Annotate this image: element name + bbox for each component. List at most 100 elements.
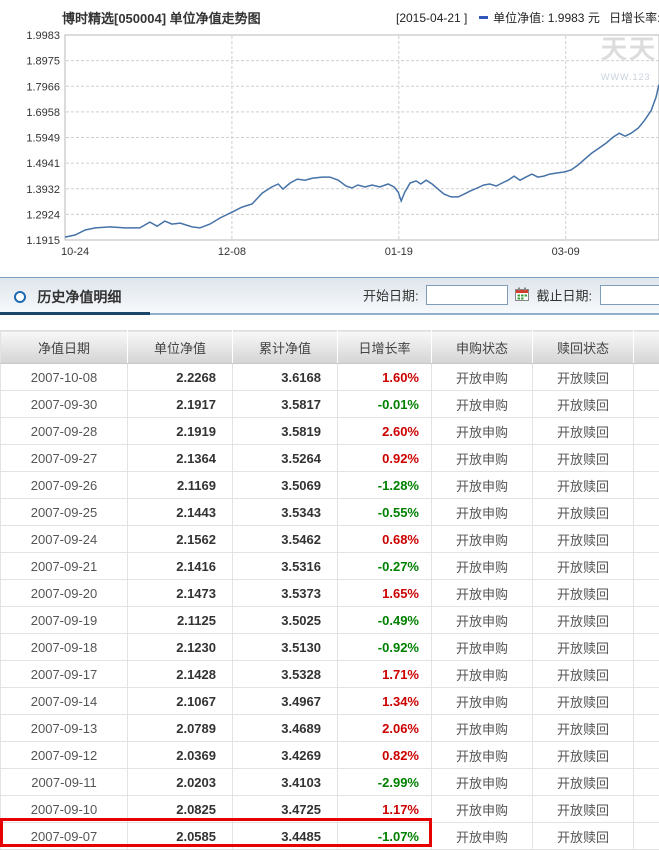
date-cell: 2007-09-27: [1, 445, 128, 472]
column-header: 净值日期: [1, 331, 128, 364]
x-axis-tick-label: 12-08: [218, 246, 246, 258]
extra-cell: [634, 364, 659, 391]
cum-nav-cell: 3.5462: [233, 526, 338, 553]
cum-nav-cell: 3.4103: [233, 769, 338, 796]
unit-nav-cell: 2.1917: [128, 391, 233, 418]
chart-legend: [2015-04-21 ] 单位净值: 1.9983 元 日增长率: 3.6: [396, 9, 659, 26]
y-axis-tick-label: 1.1915: [26, 235, 60, 247]
purchase-status-cell: 开放申购: [432, 445, 533, 472]
cum-nav-cell: 3.5817: [233, 391, 338, 418]
redeem-status-cell: 开放赎回: [533, 445, 634, 472]
table-row: 2007-09-242.15623.54620.68%开放申购开放赎回: [1, 526, 659, 553]
redeem-status-cell: 开放赎回: [533, 472, 634, 499]
table-row: 2007-10-082.22683.61681.60%开放申购开放赎回: [1, 364, 659, 391]
x-axis-tick-label: 01-19: [385, 246, 413, 258]
daily-growth-cell: 1.60%: [338, 364, 432, 391]
extra-cell: [634, 418, 659, 445]
column-header: [634, 331, 659, 364]
end-date-label: 截止日期:: [537, 289, 593, 304]
cum-nav-cell: 3.5373: [233, 580, 338, 607]
purchase-status-cell: 开放申购: [432, 634, 533, 661]
date-cell: 2007-09-20: [1, 580, 128, 607]
purchase-status-cell: 开放申购: [432, 607, 533, 634]
redeem-status-cell: 开放赎回: [533, 391, 634, 418]
circle-bullet-icon: [14, 291, 26, 303]
daily-growth-cell: -1.28%: [338, 472, 432, 499]
redeem-status-cell: 开放赎回: [533, 418, 634, 445]
purchase-status-cell: 开放申购: [432, 580, 533, 607]
table-row: 2007-09-182.12303.5130-0.92%开放申购开放赎回: [1, 634, 659, 661]
watermark: 天天 WWW.123: [601, 36, 657, 90]
purchase-status-cell: 开放申购: [432, 391, 533, 418]
column-header: 日增长率: [338, 331, 432, 364]
table-row: 2007-09-112.02033.4103-2.99%开放申购开放赎回: [1, 769, 659, 796]
history-nav-table-wrap: 净值日期单位净值累计净值日增长率申购状态赎回状态 2007-10-082.226…: [0, 330, 659, 850]
daily-growth-cell: 2.06%: [338, 715, 432, 742]
unit-nav-cell: 2.1125: [128, 607, 233, 634]
table-row: 2007-09-102.08253.47251.17%开放申购开放赎回: [1, 796, 659, 823]
y-axis-tick-label: 1.7966: [26, 81, 60, 93]
table-row: 2007-09-132.07893.46892.06%开放申购开放赎回: [1, 715, 659, 742]
purchase-status-cell: 开放申购: [432, 769, 533, 796]
table-row: 2007-09-142.10673.49671.34%开放申购开放赎回: [1, 688, 659, 715]
extra-cell: [634, 445, 659, 472]
extra-cell: [634, 769, 659, 796]
daily-growth-cell: 1.17%: [338, 796, 432, 823]
redeem-status-cell: 开放赎回: [533, 634, 634, 661]
unit-nav-cell: 2.1562: [128, 526, 233, 553]
redeem-status-cell: 开放赎回: [533, 526, 634, 553]
date-cell: 2007-09-12: [1, 742, 128, 769]
unit-nav-cell: 2.1443: [128, 499, 233, 526]
chart-title: 博时精选[050004] 单位净值走势图: [62, 8, 261, 27]
column-header: 累计净值: [233, 331, 338, 364]
nav-unit-label: 元: [588, 11, 600, 25]
y-axis-tick-label: 1.2924: [26, 209, 60, 221]
cum-nav-cell: 3.4967: [233, 688, 338, 715]
extra-cell: [634, 607, 659, 634]
extra-cell: [634, 472, 659, 499]
table-row: 2007-09-212.14163.5316-0.27%开放申购开放赎回: [1, 553, 659, 580]
table-row: 2007-09-122.03693.42690.82%开放申购开放赎回: [1, 742, 659, 769]
start-date-input[interactable]: [426, 285, 508, 305]
history-section-bar: 历史净值明细 开始日期: 截止日期:: [0, 277, 659, 314]
date-cell: 2007-09-24: [1, 526, 128, 553]
date-cell: 2007-09-21: [1, 553, 128, 580]
date-cell: 2007-09-18: [1, 634, 128, 661]
unit-nav-cell: 2.1473: [128, 580, 233, 607]
daily-growth-cell: -0.55%: [338, 499, 432, 526]
table-row: 2007-09-282.19193.58192.60%开放申购开放赎回: [1, 418, 659, 445]
section-title: 历史净值明细: [37, 289, 121, 305]
extra-cell: [634, 526, 659, 553]
calendar-icon[interactable]: [515, 287, 529, 304]
redeem-status-cell: 开放赎回: [533, 769, 634, 796]
extra-cell: [634, 661, 659, 688]
purchase-status-cell: 开放申购: [432, 661, 533, 688]
y-axis-tick-label: 1.5949: [26, 133, 60, 145]
cum-nav-cell: 3.5316: [233, 553, 338, 580]
extra-cell: [634, 688, 659, 715]
redeem-status-cell: 开放赎回: [533, 364, 634, 391]
nav-legend-value: 1.9983: [548, 11, 585, 25]
date-cell: 2007-09-28: [1, 418, 128, 445]
purchase-status-cell: 开放申购: [432, 796, 533, 823]
end-date-input[interactable]: [600, 285, 659, 305]
daily-growth-cell: -0.27%: [338, 553, 432, 580]
redeem-status-cell: 开放赎回: [533, 607, 634, 634]
nav-legend-label: 单位净值:: [493, 11, 544, 25]
history-nav-table: 净值日期单位净值累计净值日增长率申购状态赎回状态 2007-10-082.226…: [0, 330, 659, 850]
table-row: 2007-09-172.14283.53281.71%开放申购开放赎回: [1, 661, 659, 688]
redeem-status-cell: 开放赎回: [533, 742, 634, 769]
date-cell: 2007-09-10: [1, 796, 128, 823]
extra-cell: [634, 823, 659, 850]
x-axis-tick-label: 10-24: [61, 246, 89, 258]
unit-nav-cell: 2.1416: [128, 553, 233, 580]
table-row: 2007-09-192.11253.5025-0.49%开放申购开放赎回: [1, 607, 659, 634]
y-axis-tick-label: 1.8975: [26, 56, 60, 68]
daily-growth-cell: 0.82%: [338, 742, 432, 769]
cum-nav-cell: 3.5025: [233, 607, 338, 634]
extra-cell: [634, 553, 659, 580]
cum-nav-cell: 3.4269: [233, 742, 338, 769]
purchase-status-cell: 开放申购: [432, 688, 533, 715]
table-row: 2007-09-302.19173.5817-0.01%开放申购开放赎回: [1, 391, 659, 418]
extra-cell: [634, 796, 659, 823]
